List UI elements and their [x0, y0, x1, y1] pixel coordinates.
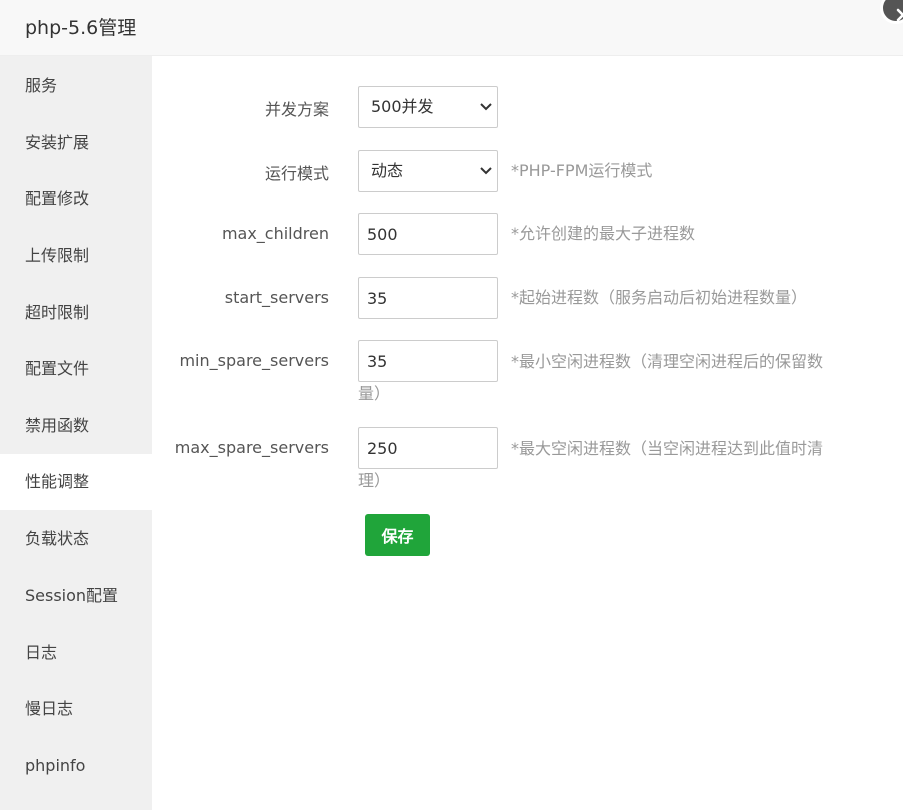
concurrency-label: 并发方案: [264, 100, 329, 119]
sidebar-item-label: 配置修改: [25, 189, 90, 208]
sidebar-item-label: 负载状态: [25, 529, 90, 548]
sidebar-item-label: 上传限制: [25, 246, 90, 265]
max-children-help: *允许创建的最大子进程数: [511, 224, 696, 243]
sidebar-item-install-extensions[interactable]: 安装扩展: [0, 115, 152, 171]
max-spare-servers-help: *最大空闲进程数（当空闲进程达到此值时清: [511, 439, 824, 458]
max-spare-servers-input[interactable]: [358, 427, 498, 469]
chevron-down-icon: [480, 167, 492, 175]
sidebar-item-label: 安装扩展: [25, 133, 90, 152]
mode-select-value: 动态: [371, 161, 404, 180]
sidebar-item-label: 性能调整: [25, 472, 90, 491]
sidebar-item-upload-limit[interactable]: 上传限制: [0, 228, 152, 284]
min-spare-servers-help-wrap: 量）: [358, 384, 391, 403]
sidebar-item-performance[interactable]: 性能调整: [0, 454, 152, 510]
max-children-label: max_children: [221, 224, 329, 243]
sidebar-item-session[interactable]: Session配置: [0, 568, 152, 624]
form-row-concurrency: 并发方案 500并发: [152, 86, 903, 128]
min-spare-servers-input[interactable]: [358, 340, 498, 382]
mode-label: 运行模式: [264, 164, 329, 183]
sidebar-item-service[interactable]: 服务: [0, 58, 152, 114]
sidebar-item-slow-log[interactable]: 慢日志: [0, 681, 152, 737]
close-icon: [896, 8, 903, 22]
sidebar-item-label: 服务: [25, 76, 58, 95]
start-servers-help: *起始进程数（服务启动后初始进程数量）: [511, 288, 808, 307]
start-servers-input[interactable]: [358, 277, 498, 319]
chevron-down-icon: [480, 103, 492, 111]
sidebar-item-timeout-limit[interactable]: 超时限制: [0, 285, 152, 341]
form-row-min-spare-servers: min_spare_servers *最小空闲进程数（清理空闲进程后的保留数 量…: [152, 340, 903, 410]
min-spare-servers-help: *最小空闲进程数（清理空闲进程后的保留数: [511, 352, 824, 371]
concurrency-select-value: 500并发: [371, 97, 434, 116]
sidebar: 服务 安装扩展 配置修改 上传限制 超时限制 配置文件 禁用函数 性能调整 负载…: [0, 56, 152, 810]
sidebar-item-log[interactable]: 日志: [0, 625, 152, 681]
sidebar-item-label: 配置文件: [25, 359, 90, 378]
sidebar-item-label: 禁用函数: [25, 416, 90, 435]
sidebar-item-label: 日志: [25, 643, 58, 662]
dialog-title: php-5.6管理: [25, 17, 137, 39]
max-spare-servers-help-wrap: 理）: [358, 471, 391, 490]
sidebar-item-config-edit[interactable]: 配置修改: [0, 171, 152, 227]
sidebar-item-config-file[interactable]: 配置文件: [0, 341, 152, 397]
sidebar-item-disabled-functions[interactable]: 禁用函数: [0, 398, 152, 454]
sidebar-item-load-status[interactable]: 负载状态: [0, 511, 152, 567]
min-spare-servers-label: min_spare_servers: [179, 351, 329, 370]
sidebar-item-label: Session配置: [25, 586, 119, 605]
form-row-max-spare-servers: max_spare_servers *最大空闲进程数（当空闲进程达到此值时清 理…: [152, 427, 903, 497]
mode-help: *PHP-FPM运行模式: [511, 161, 653, 180]
form-row-start-servers: start_servers *起始进程数（服务启动后初始进程数量）: [152, 277, 903, 319]
start-servers-label: start_servers: [224, 288, 329, 307]
form-row-max-children: max_children *允许创建的最大子进程数: [152, 213, 903, 255]
sidebar-item-phpinfo[interactable]: phpinfo: [0, 738, 152, 794]
save-button[interactable]: 保存: [365, 514, 430, 556]
concurrency-select[interactable]: 500并发: [358, 86, 498, 128]
dialog-titlebar: php-5.6管理: [0, 0, 903, 56]
max-children-input[interactable]: [358, 213, 498, 255]
sidebar-item-label: phpinfo: [25, 756, 86, 775]
form-row-mode: 运行模式 动态 *PHP-FPM运行模式: [152, 150, 903, 192]
sidebar-item-label: 超时限制: [25, 303, 90, 322]
mode-select[interactable]: 动态: [358, 150, 498, 192]
sidebar-item-label: 慢日志: [25, 699, 74, 718]
max-spare-servers-label: max_spare_servers: [174, 438, 329, 457]
php-manager-dialog: php-5.6管理 服务 安装扩展 配置修改 上传限制 超时限制 配置文件 禁用…: [0, 0, 903, 810]
